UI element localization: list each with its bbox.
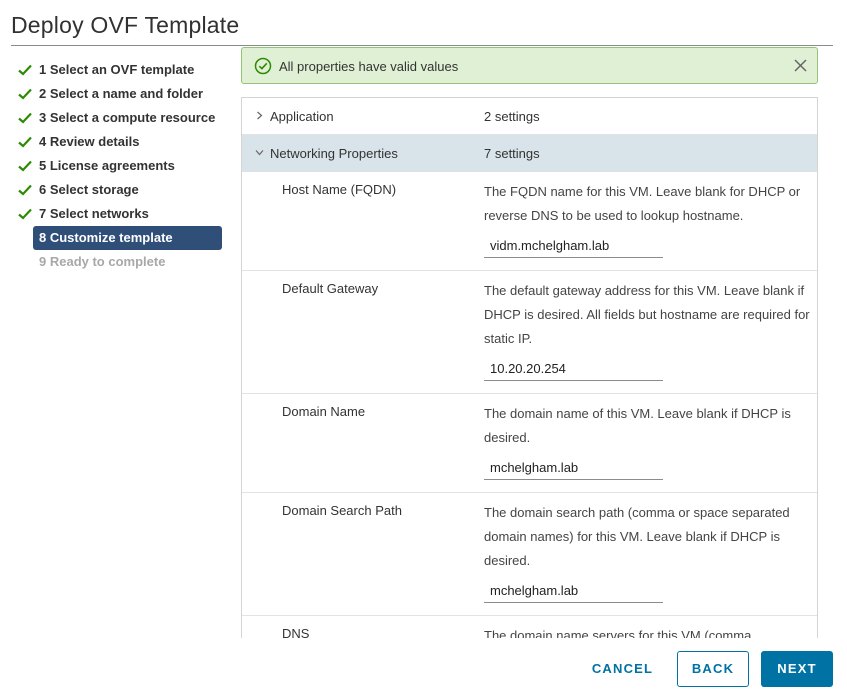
property-row-host-name: Host Name (FQDN) The FQDN name for this … <box>242 172 817 271</box>
checkmark-icon <box>18 184 32 196</box>
step-3[interactable]: 3 Select a compute resource <box>18 106 224 130</box>
checkmark-icon <box>18 64 32 76</box>
step-7[interactable]: 7 Select networks <box>18 202 224 226</box>
step-label: 2 Select a name and folder <box>39 86 204 101</box>
group-count: 2 settings <box>484 109 540 124</box>
group-networking-properties[interactable]: Networking Properties 7 settings <box>242 135 817 172</box>
cancel-button[interactable]: CANCEL <box>584 651 661 687</box>
step-label: 4 Review details <box>39 134 140 149</box>
property-description: The domain name of this VM. Leave blank … <box>484 406 791 445</box>
property-row-domain-name: Domain Name The domain name of this VM. … <box>242 394 817 493</box>
property-name: DNS <box>282 626 310 638</box>
host-name-input[interactable] <box>484 234 663 258</box>
property-row-default-gateway: Default Gateway The default gateway addr… <box>242 271 817 394</box>
validation-alert: All properties have valid values <box>241 47 818 84</box>
close-icon[interactable] <box>793 58 808 73</box>
property-name: Domain Name <box>282 404 366 419</box>
step-6[interactable]: 6 Select storage <box>18 178 224 202</box>
default-gateway-input[interactable] <box>484 357 663 381</box>
step-8[interactable]: 8 Customize template <box>18 226 224 250</box>
step-label: 8 Customize template <box>39 230 173 245</box>
step-label: 6 Select storage <box>39 182 139 197</box>
domain-search-path-input[interactable] <box>484 579 663 603</box>
property-row-domain-search-path: Domain Search Path The domain search pat… <box>242 493 817 616</box>
properties-panel[interactable]: Application 2 settings Networking Proper… <box>241 97 818 638</box>
chevron-right-icon[interactable] <box>255 111 264 120</box>
checkmark-icon <box>18 136 32 148</box>
property-row-dns: DNS The domain name servers for this VM … <box>242 616 817 638</box>
step-1[interactable]: 1 Select an OVF template <box>18 58 224 82</box>
property-name: Default Gateway <box>282 281 379 296</box>
chevron-down-icon[interactable] <box>255 148 264 157</box>
step-label: 9 Ready to complete <box>39 254 166 269</box>
checkmark-icon <box>18 112 32 124</box>
property-name: Host Name (FQDN) <box>282 182 397 197</box>
step-label: 1 Select an OVF template <box>39 62 195 77</box>
group-count: 7 settings <box>484 146 540 161</box>
property-description: The domain name servers for this VM (com… <box>484 628 752 638</box>
group-application[interactable]: Application 2 settings <box>242 98 817 135</box>
group-name: Application <box>270 109 334 124</box>
dialog-title: Deploy OVF Template <box>11 12 240 38</box>
check-circle-icon <box>254 57 272 75</box>
back-button[interactable]: BACK <box>677 651 749 687</box>
wizard-steps: 1 Select an OVF template 2 Select a name… <box>18 58 224 274</box>
property-description: The default gateway address for this VM.… <box>484 283 810 346</box>
group-name: Networking Properties <box>270 146 398 161</box>
property-description: The domain search path (comma or space s… <box>484 505 790 568</box>
title-divider <box>11 45 833 46</box>
property-description: The FQDN name for this VM. Leave blank f… <box>484 184 801 223</box>
step-label: 3 Select a compute resource <box>39 110 216 125</box>
step-label: 5 License agreements <box>39 158 175 173</box>
property-name: Domain Search Path <box>282 503 402 518</box>
step-5[interactable]: 5 License agreements <box>18 154 224 178</box>
alert-message: All properties have valid values <box>279 59 459 74</box>
step-label: 7 Select networks <box>39 206 149 221</box>
checkmark-icon <box>18 88 32 100</box>
domain-name-input[interactable] <box>484 456 663 480</box>
next-button[interactable]: NEXT <box>761 651 833 687</box>
step-9: 9 Ready to complete <box>18 250 224 274</box>
checkmark-icon <box>18 208 32 220</box>
step-2[interactable]: 2 Select a name and folder <box>18 82 224 106</box>
checkmark-icon <box>18 160 32 172</box>
step-4[interactable]: 4 Review details <box>18 130 224 154</box>
